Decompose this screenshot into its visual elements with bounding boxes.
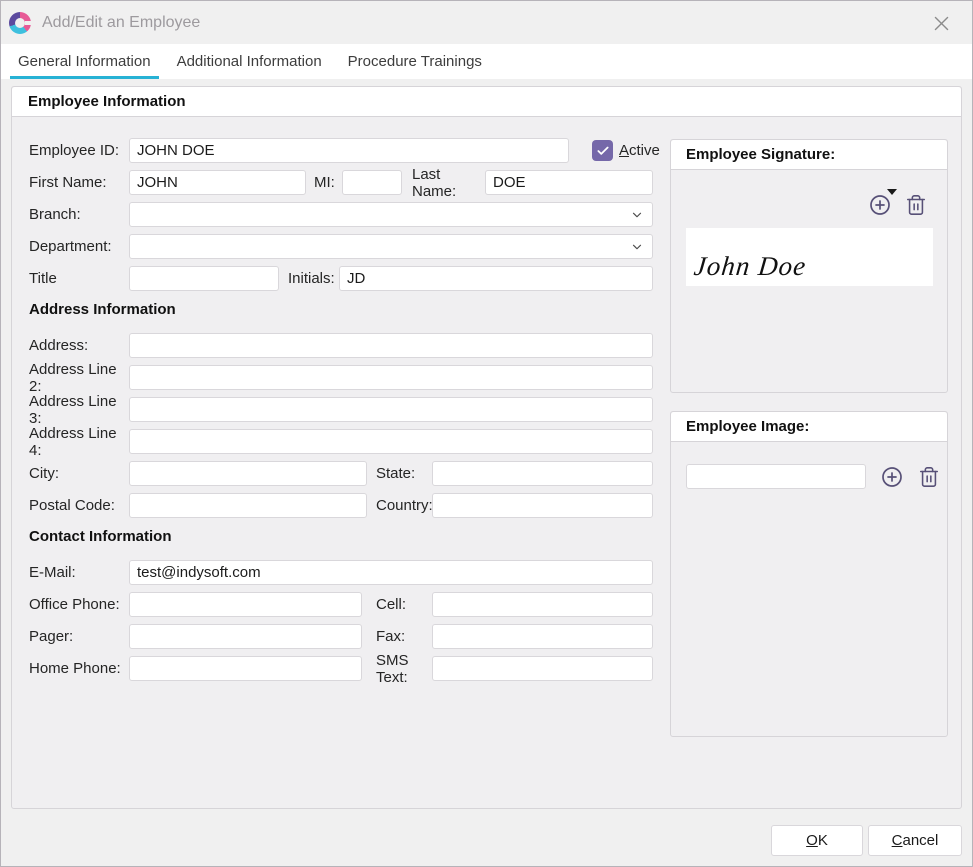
title-bar: Add/Edit an Employee bbox=[1, 1, 972, 44]
employee-id-input[interactable] bbox=[129, 138, 569, 163]
signature-delete-button[interactable] bbox=[905, 194, 927, 216]
dropdown-caret-icon bbox=[887, 189, 897, 195]
department-select[interactable] bbox=[129, 234, 653, 259]
postal-code-label: Postal Code: bbox=[29, 497, 129, 514]
cell-label: Cell: bbox=[376, 596, 432, 613]
app-logo-icon bbox=[9, 12, 31, 34]
email-input[interactable] bbox=[129, 560, 653, 585]
state-input[interactable] bbox=[432, 461, 653, 486]
mi-label: MI: bbox=[314, 174, 342, 191]
country-input[interactable] bbox=[432, 493, 653, 518]
employee-signature-panel: Employee Signature: John Doe bbox=[670, 139, 948, 393]
trash-icon bbox=[918, 466, 940, 488]
trash-icon bbox=[905, 194, 927, 216]
image-add-button[interactable] bbox=[880, 465, 904, 489]
address-line-4-label: Address Line 4: bbox=[29, 425, 129, 459]
email-row: E-Mail: bbox=[29, 560, 653, 585]
city-label: City: bbox=[29, 465, 129, 482]
address-line-3-label: Address Line 3: bbox=[29, 393, 129, 427]
signature-text: John Doe bbox=[692, 251, 807, 282]
initials-input[interactable] bbox=[339, 266, 653, 291]
image-filename-input[interactable] bbox=[686, 464, 866, 489]
active-checkbox[interactable] bbox=[592, 140, 613, 161]
employee-image-panel: Employee Image: bbox=[670, 411, 948, 737]
employee-id-row: Employee ID: Active bbox=[29, 138, 689, 163]
employee-information-title: Employee Information bbox=[12, 87, 961, 117]
add-circle-icon bbox=[868, 193, 892, 217]
office-phone-label: Office Phone: bbox=[29, 596, 129, 613]
employee-image-title: Employee Image: bbox=[671, 412, 947, 442]
country-label: Country: bbox=[376, 497, 432, 514]
window-title: Add/Edit an Employee bbox=[42, 14, 200, 32]
address-line-2-input[interactable] bbox=[129, 365, 653, 390]
address-line-2-row: Address Line 2: bbox=[29, 365, 653, 390]
initials-label: Initials: bbox=[288, 270, 339, 287]
last-name-label: Last Name: bbox=[412, 166, 485, 200]
tab-general-information[interactable]: General Information bbox=[10, 44, 159, 79]
address-line-3-row: Address Line 3: bbox=[29, 397, 653, 422]
city-input[interactable] bbox=[129, 461, 367, 486]
ok-button[interactable]: OK bbox=[771, 825, 863, 856]
home-phone-input[interactable] bbox=[129, 656, 362, 681]
employee-id-label: Employee ID: bbox=[29, 142, 129, 159]
image-delete-button[interactable] bbox=[918, 466, 940, 488]
address-label: Address: bbox=[29, 337, 129, 354]
pager-fax-row: Pager: Fax: bbox=[29, 624, 653, 649]
fax-input[interactable] bbox=[432, 624, 653, 649]
cancel-button[interactable]: Cancel bbox=[868, 825, 962, 856]
office-cell-row: Office Phone: Cell: bbox=[29, 592, 653, 617]
tab-procedure-trainings[interactable]: Procedure Trainings bbox=[340, 44, 490, 79]
title-input[interactable] bbox=[129, 266, 279, 291]
title-label: Title bbox=[29, 270, 129, 287]
pager-input[interactable] bbox=[129, 624, 362, 649]
address-line-3-input[interactable] bbox=[129, 397, 653, 422]
city-state-row: City: State: bbox=[29, 461, 653, 486]
tab-bar: General Information Additional Informati… bbox=[1, 44, 972, 79]
first-name-input[interactable] bbox=[129, 170, 306, 195]
address-input[interactable] bbox=[129, 333, 653, 358]
branch-label: Branch: bbox=[29, 206, 129, 223]
state-label: State: bbox=[376, 465, 432, 482]
email-label: E-Mail: bbox=[29, 564, 129, 581]
active-label: Active bbox=[619, 142, 660, 159]
postal-code-input[interactable] bbox=[129, 493, 367, 518]
address-line-4-input[interactable] bbox=[129, 429, 653, 454]
close-button[interactable] bbox=[924, 11, 958, 35]
branch-row: Branch: bbox=[29, 202, 653, 227]
sms-text-input[interactable] bbox=[432, 656, 653, 681]
signature-add-button[interactable] bbox=[868, 193, 892, 217]
mi-input[interactable] bbox=[342, 170, 402, 195]
cell-input[interactable] bbox=[432, 592, 653, 617]
chevron-down-icon bbox=[630, 240, 644, 254]
office-phone-input[interactable] bbox=[129, 592, 362, 617]
home-phone-label: Home Phone: bbox=[29, 660, 129, 677]
employee-signature-title: Employee Signature: bbox=[671, 140, 947, 170]
employee-information-group: Employee Information Employee ID: Active… bbox=[11, 86, 962, 809]
home-sms-row: Home Phone: SMS Text: bbox=[29, 656, 653, 681]
pager-label: Pager: bbox=[29, 628, 129, 645]
close-icon bbox=[934, 16, 949, 31]
fax-label: Fax: bbox=[376, 628, 432, 645]
branch-select[interactable] bbox=[129, 202, 653, 227]
postal-country-row: Postal Code: Country: bbox=[29, 493, 653, 518]
last-name-input[interactable] bbox=[485, 170, 653, 195]
title-row: Title Initials: bbox=[29, 266, 653, 291]
name-row: First Name: MI: Last Name: bbox=[29, 170, 653, 195]
department-label: Department: bbox=[29, 238, 129, 255]
first-name-label: First Name: bbox=[29, 174, 129, 191]
sms-text-label: SMS Text: bbox=[376, 652, 432, 686]
address-line-4-row: Address Line 4: bbox=[29, 429, 653, 454]
add-circle-icon bbox=[880, 465, 904, 489]
signature-canvas: John Doe bbox=[686, 228, 933, 286]
check-icon bbox=[596, 144, 610, 158]
chevron-down-icon bbox=[630, 208, 644, 222]
address-row: Address: bbox=[29, 333, 653, 358]
tab-additional-information[interactable]: Additional Information bbox=[169, 44, 330, 79]
address-line-2-label: Address Line 2: bbox=[29, 361, 129, 395]
department-row: Department: bbox=[29, 234, 653, 259]
